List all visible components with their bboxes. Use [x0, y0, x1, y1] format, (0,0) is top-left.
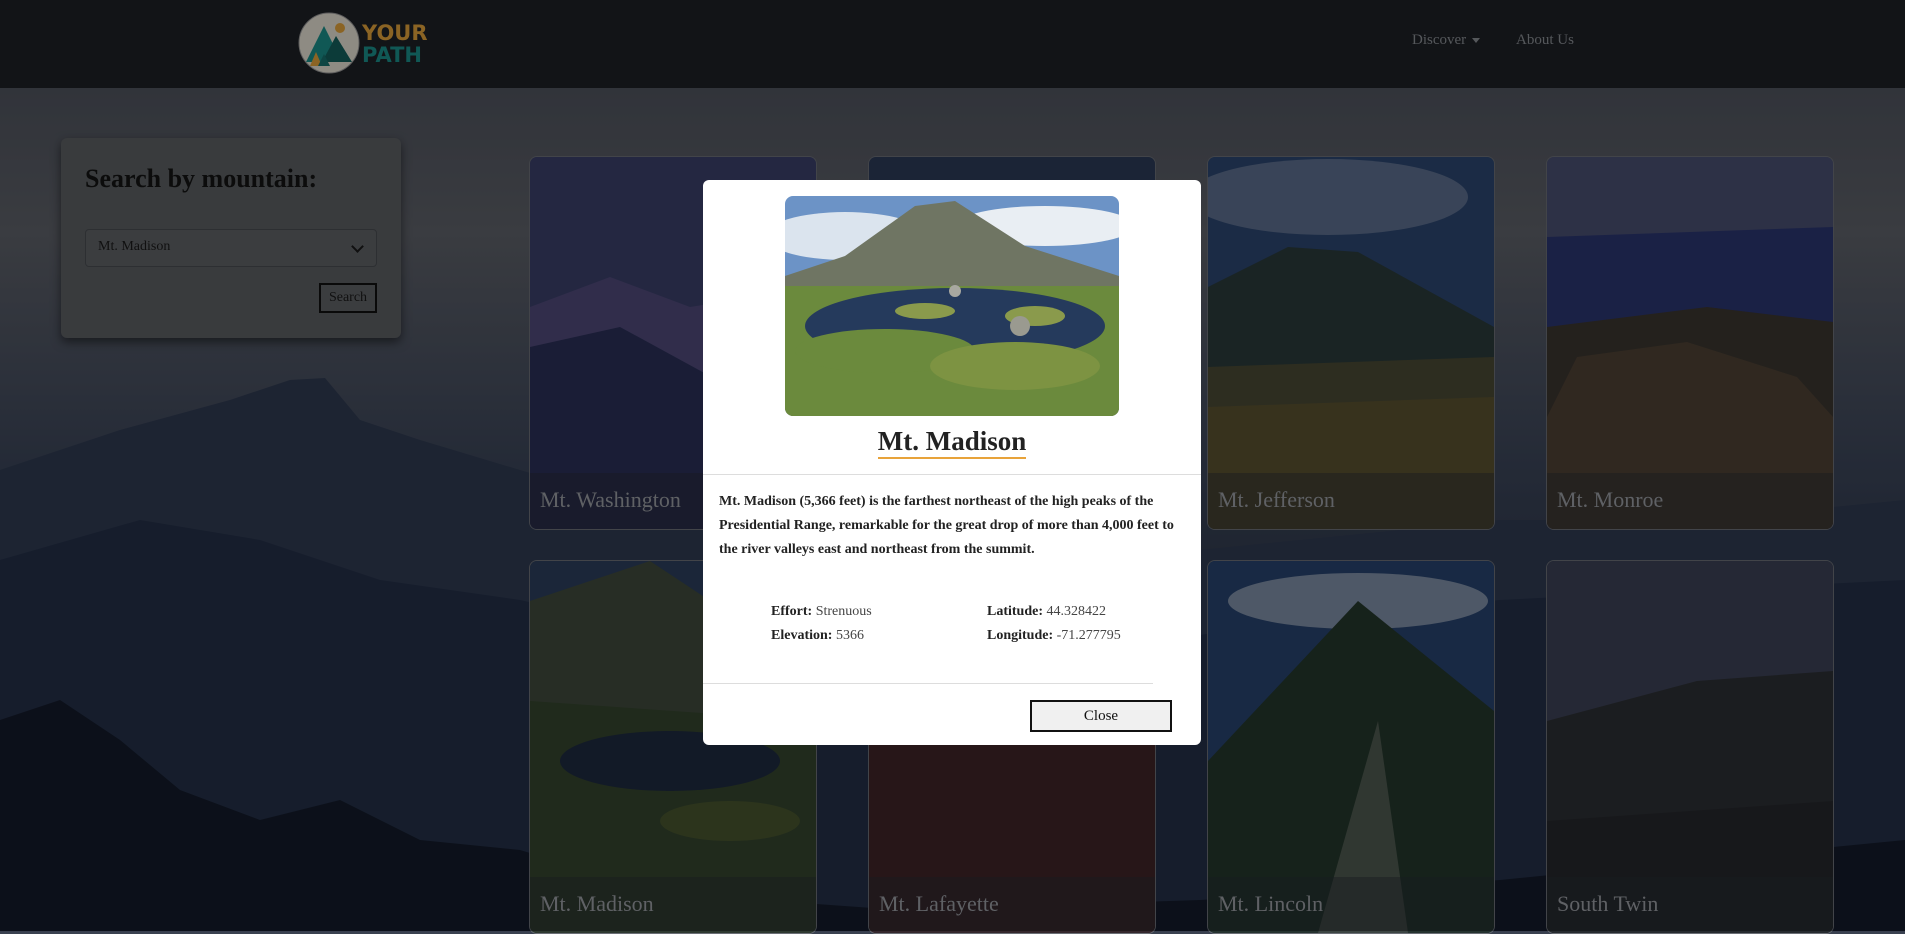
modal-description: Mt. Madison (5,366 feet) is the farthest… — [719, 494, 1174, 557]
divider — [703, 683, 1153, 684]
stat-effort-label: Effort: — [771, 604, 813, 619]
stat-elevation-label: Elevation: — [771, 628, 833, 643]
stat-latitude-label: Latitude: — [987, 604, 1043, 619]
stat-latitude: Latitude: 44.328422 — [987, 604, 1106, 620]
stat-effort: Effort: Strenuous — [771, 604, 872, 620]
close-button[interactable]: Close — [1030, 700, 1172, 732]
stat-latitude-value: 44.328422 — [1046, 604, 1107, 619]
stat-longitude: Longitude: -71.277795 — [987, 628, 1121, 644]
mountain-detail-modal: Mt. Madison Mt. Madison (5,366 feet) is … — [703, 180, 1201, 745]
divider — [703, 474, 1201, 475]
modal-title-text: Mt. Madison — [877, 426, 1027, 459]
stat-longitude-label: Longitude: — [987, 628, 1054, 643]
modal-title: Mt. Madison — [703, 426, 1201, 459]
stat-longitude-value: -71.277795 — [1056, 628, 1121, 643]
stat-elevation-value: 5366 — [835, 628, 864, 643]
stat-elevation: Elevation: 5366 — [771, 628, 864, 644]
modal-mountain-photo — [785, 196, 1119, 416]
stat-effort-value: Strenuous — [815, 604, 872, 619]
